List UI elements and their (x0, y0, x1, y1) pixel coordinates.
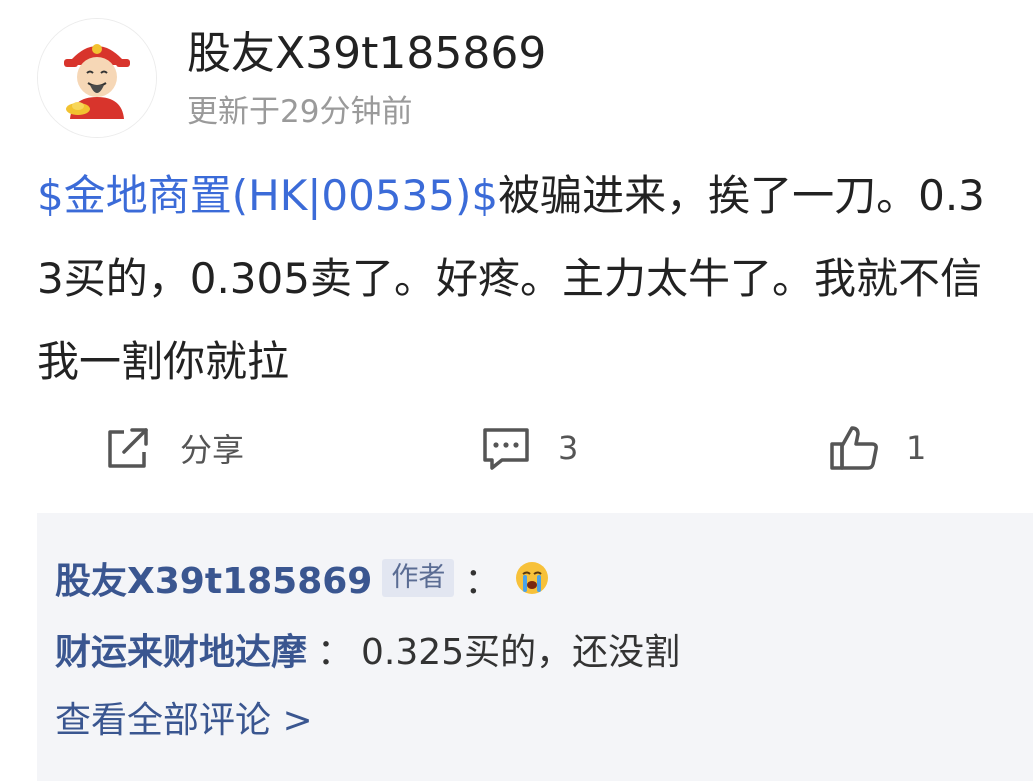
post-content: $金地商置(HK|00535)$被骗进来，挨了一刀。0.33买的，0.305卖了… (37, 154, 997, 403)
post-card: 股友X39t185869 更新于29分钟前 $金地商置(HK|00535)$被骗… (0, 0, 1033, 781)
comment-separator: ： (317, 632, 354, 673)
comment-user[interactable]: 财运来财地达摩 (55, 623, 307, 675)
share-icon (108, 428, 148, 468)
avatar[interactable] (37, 18, 157, 138)
comment-user[interactable]: 股友X39t185869 (55, 552, 372, 604)
comment-item[interactable]: 股友X39t185869 作者 ： (55, 550, 550, 606)
share-label: 分享 (180, 431, 245, 469)
god-of-wealth-avatar-icon (38, 19, 156, 137)
share-button[interactable]: 分享 (102, 418, 244, 478)
comments-panel: 股友X39t185869 作者 ： 财运来财地达摩 ： 0.325买的，还没割 … (37, 513, 1033, 781)
stock-link[interactable]: $金地商置(HK|00535)$ (37, 171, 498, 220)
like-count: 1 (906, 429, 927, 467)
crying-face-icon (516, 562, 549, 594)
author-badge: 作者 (382, 559, 455, 597)
comment-count: 3 (558, 429, 579, 467)
comment-separator: ： (464, 561, 501, 602)
comment-text: 0.325买的，还没割 (361, 632, 681, 673)
like-button[interactable]: 1 (828, 418, 926, 478)
comment-icon (483, 428, 529, 470)
post-author-name[interactable]: 股友X39t185869 (187, 26, 546, 82)
comment-item[interactable]: 财运来财地达摩 ： 0.325买的，还没割 (55, 621, 680, 677)
view-all-comments-link[interactable]: 查看全部评论 > (55, 693, 313, 749)
post-timestamp: 更新于29分钟前 (187, 94, 413, 130)
comment-button[interactable]: 3 (480, 418, 578, 478)
thumbs-up-icon (830, 426, 878, 470)
